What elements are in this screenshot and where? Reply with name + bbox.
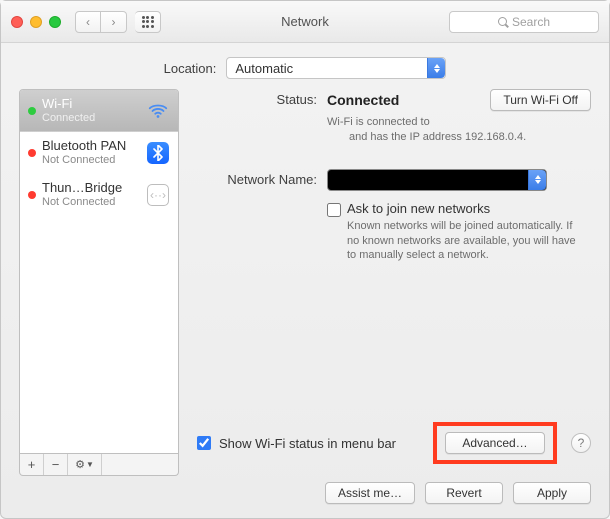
traffic-lights <box>11 16 61 28</box>
revert-button[interactable]: Revert <box>425 482 503 504</box>
help-icon: ? <box>578 436 585 450</box>
service-item-bluetooth[interactable]: Bluetooth PAN Not Connected <box>20 132 178 174</box>
status-dot-icon <box>28 191 36 199</box>
service-status: Not Connected <box>42 196 140 209</box>
zoom-window-button[interactable] <box>49 16 61 28</box>
remove-service-button[interactable]: − <box>44 454 68 475</box>
detail-panel: Status: Connected Turn Wi-Fi Off Wi-Fi i… <box>197 89 591 476</box>
titlebar: ‹ › Network Search <box>1 1 609 43</box>
bluetooth-icon <box>146 141 170 165</box>
show-in-menubar-checkbox[interactable] <box>197 436 211 450</box>
service-item-thunderbolt-bridge[interactable]: Thun…Bridge Not Connected ‹··› <box>20 174 178 216</box>
panel-bottom-row: Show Wi-Fi status in menu bar Advanced… … <box>197 416 591 476</box>
status-dot-icon <box>28 107 36 115</box>
thunderbolt-bridge-icon: ‹··› <box>146 183 170 207</box>
footer-buttons: Assist me… Revert Apply <box>1 476 609 518</box>
chevron-right-icon: › <box>112 15 116 29</box>
service-actions-button[interactable]: ⚙︎ ▼ <box>68 454 102 475</box>
location-label: Location: <box>164 61 217 76</box>
apply-button[interactable]: Apply <box>513 482 591 504</box>
add-service-button[interactable]: + <box>20 454 44 475</box>
service-sidebar: Wi-Fi Connected <box>19 89 179 476</box>
chevron-down-icon: ▼ <box>86 460 94 469</box>
network-name-select[interactable] <box>327 169 547 191</box>
service-status: Connected <box>42 112 140 125</box>
status-label: Status: <box>197 89 327 107</box>
search-input[interactable]: Search <box>449 11 599 33</box>
grid-icon <box>142 16 154 28</box>
close-window-button[interactable] <box>11 16 23 28</box>
select-arrows-icon <box>427 58 445 78</box>
wifi-icon <box>146 99 170 123</box>
ask-to-join-label: Ask to join new networks <box>347 201 587 216</box>
network-name-row: Network Name: Ask to join new networks K… <box>197 169 591 264</box>
status-description: Wi-Fi is connected to and has the IP add… <box>327 115 557 145</box>
location-value: Automatic <box>235 61 293 76</box>
nav-buttons: ‹ › <box>75 11 127 33</box>
sidebar-footer: + − ⚙︎ ▼ <box>19 454 179 476</box>
show-in-menubar-label: Show Wi-Fi status in menu bar <box>219 436 396 451</box>
chevron-left-icon: ‹ <box>86 15 90 29</box>
search-placeholder: Search <box>512 15 550 29</box>
forward-button[interactable]: › <box>101 11 127 33</box>
location-row: Location: Automatic <box>1 43 609 89</box>
service-name: Bluetooth PAN <box>42 139 140 154</box>
main-area: Wi-Fi Connected <box>1 89 609 476</box>
service-item-wifi[interactable]: Wi-Fi Connected <box>20 90 178 132</box>
ask-to-join-checkbox[interactable] <box>327 203 341 217</box>
network-prefpane-window: ‹ › Network Search Location: Automatic <box>0 0 610 519</box>
show-all-button[interactable] <box>135 11 161 33</box>
select-arrows-icon <box>528 170 546 190</box>
back-button[interactable]: ‹ <box>75 11 101 33</box>
assist-me-button[interactable]: Assist me… <box>325 482 415 504</box>
service-name: Thun…Bridge <box>42 181 140 196</box>
status-row: Status: Connected Turn Wi-Fi Off Wi-Fi i… <box>197 89 591 145</box>
advanced-button-highlight: Advanced… <box>433 422 557 464</box>
status-dot-icon <box>28 149 36 157</box>
minimize-window-button[interactable] <box>30 16 42 28</box>
service-name: Wi-Fi <box>42 97 140 112</box>
status-value: Connected <box>327 92 399 108</box>
ask-to-join-description: Known networks will be joined automatica… <box>347 219 587 264</box>
help-button[interactable]: ? <box>571 433 591 453</box>
search-icon <box>498 17 508 27</box>
service-list: Wi-Fi Connected <box>19 89 179 454</box>
advanced-button[interactable]: Advanced… <box>445 432 545 454</box>
location-select[interactable]: Automatic <box>226 57 446 79</box>
wifi-toggle-button[interactable]: Turn Wi-Fi Off <box>490 89 591 111</box>
network-name-label: Network Name: <box>197 169 327 187</box>
ask-to-join-row: Ask to join new networks Known networks … <box>327 201 591 264</box>
gear-icon: ⚙︎ <box>75 458 85 471</box>
service-status: Not Connected <box>42 154 140 167</box>
